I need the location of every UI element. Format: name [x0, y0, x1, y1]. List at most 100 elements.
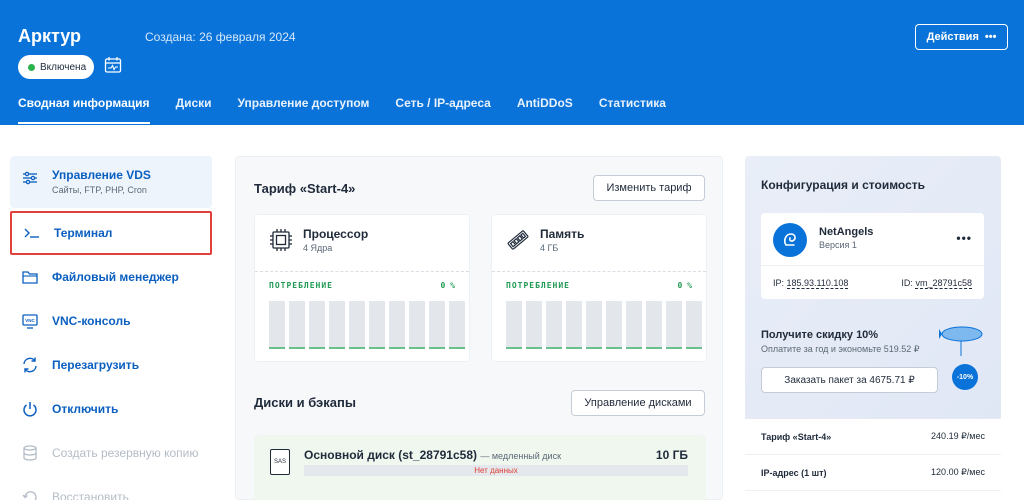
promo-title: Получите скидку 10%	[761, 329, 879, 341]
usage-bar	[349, 301, 365, 349]
order-package-button[interactable]: Заказать пакет за 4675.71 ₽	[761, 367, 938, 393]
blimp-icon	[939, 326, 983, 356]
netangels-logo-icon	[773, 223, 807, 257]
database-icon	[20, 443, 40, 463]
disks-title: Диски и бэкапы	[254, 395, 356, 410]
promo-subtitle: Оплатите за год и экономьте 519.52 ₽	[761, 344, 920, 354]
usage-bar	[566, 301, 582, 349]
usage-bar	[626, 301, 642, 349]
disk-size: 10 ГБ	[655, 448, 688, 462]
sidebar-item-label: VNC-консоль	[52, 314, 131, 328]
usage-bar	[606, 301, 622, 349]
disk-name: Основной диск (st_28791c58) — медленный …	[304, 448, 561, 462]
ip-value[interactable]: 185.93.110.108	[786, 278, 849, 289]
terminal-icon	[22, 223, 42, 243]
sliders-icon	[20, 168, 40, 188]
disk-usage-bar: Нет данных	[304, 465, 688, 476]
tab-summary[interactable]: Сводная информация	[18, 96, 150, 124]
usage-bar	[289, 301, 305, 349]
tariff-panel: Тариф «Start-4» Изменить тариф Процессор…	[235, 156, 723, 500]
sidebar-item-manage-vds[interactable]: Управление VDS Сайты, FTP, PHP, Cron	[10, 156, 212, 208]
sidebar-item-sub: Сайты, FTP, PHP, Cron	[52, 185, 147, 195]
cpu-icon	[270, 229, 292, 251]
tab-network[interactable]: Сеть / IP-адреса	[395, 96, 490, 124]
ram-card: Память 4 ГБ ПОТРЕБЛЕНИЕ 0 %	[491, 214, 707, 362]
usage-bar	[449, 301, 465, 349]
price-value: 120.00 ₽/мес	[931, 467, 985, 477]
manage-disks-button[interactable]: Управление дисками	[571, 390, 705, 416]
ram-usage-bars	[506, 301, 702, 349]
usage-bar	[309, 301, 325, 349]
sidebar-item-shutdown[interactable]: Отключить	[10, 387, 212, 431]
tab-antiddos[interactable]: AntiDDoS	[517, 96, 573, 124]
usage-bar	[409, 301, 425, 349]
sidebar-item-backup: Создать резервную копию	[10, 431, 212, 475]
sidebar-item-file-manager[interactable]: Файловый менеджер	[10, 255, 212, 299]
divider	[761, 265, 984, 266]
usage-bar	[546, 301, 562, 349]
price-label: Тариф «Start-4»	[761, 431, 832, 442]
sidebar-item-vnc[interactable]: VNC VNC-консоль	[10, 299, 212, 343]
price-row: Тариф «Start-4» 240.19 ₽/мес	[745, 419, 1001, 455]
sidebar: Управление VDS Сайты, FTP, PHP, Cron Тер…	[10, 156, 212, 500]
usage-bar	[666, 301, 682, 349]
tab-access[interactable]: Управление доступом	[238, 96, 370, 124]
sidebar-item-terminal[interactable]: Терминал	[10, 211, 212, 255]
tabs-bar: Сводная информация Диски Управление дост…	[18, 96, 666, 124]
sidebar-item-label: Терминал	[54, 226, 113, 240]
brand-name: NetAngels	[819, 226, 874, 238]
ip-address: IP: 185.93.110.108	[773, 278, 849, 289]
price-row: IP-адрес (1 шт) 120.00 ₽/мес	[745, 455, 1001, 491]
more-dots-icon: •••	[984, 31, 997, 43]
usage-bar	[646, 301, 662, 349]
power-icon	[20, 399, 40, 419]
calendar-icon[interactable]	[104, 56, 122, 74]
change-tariff-button[interactable]: Изменить тариф	[593, 175, 705, 201]
id-value[interactable]: vm_28791c58	[915, 278, 972, 289]
disk-title: Основной диск (st_28791c58)	[304, 448, 477, 462]
cpu-usage-bars	[269, 301, 465, 349]
usage-bar	[389, 301, 405, 349]
vm-id: ID: vm_28791c58	[901, 278, 972, 289]
divider	[492, 271, 706, 272]
usage-bar	[269, 301, 285, 349]
cpu-name: Процессор	[303, 227, 369, 241]
usage-bar	[329, 301, 345, 349]
config-panel: Конфигурация и стоимость NetAngels Верси…	[745, 156, 1001, 500]
usage-bar	[526, 301, 542, 349]
tab-statistics[interactable]: Статистика	[599, 96, 666, 124]
ip-label: IP:	[773, 278, 785, 288]
more-menu-icon[interactable]: •••	[956, 231, 972, 245]
status-badge: Включена	[18, 55, 94, 79]
restore-icon	[20, 487, 40, 500]
price-value: 240.19 ₽/мес	[931, 431, 985, 441]
created-date: Создана: 26 февраля 2024	[145, 30, 296, 44]
config-title: Конфигурация и стоимость	[761, 178, 926, 192]
sidebar-item-label: Отключить	[52, 402, 119, 416]
price-label: IP-адрес (1 шт)	[761, 467, 827, 478]
cpu-usage-value: 0 %	[440, 281, 455, 290]
usage-bar	[686, 301, 702, 349]
usage-bar	[506, 301, 522, 349]
sidebar-item-label: Управление VDS	[52, 168, 151, 182]
id-label: ID:	[901, 278, 913, 288]
top-header: Арктур Создана: 26 февраля 2024 Включена…	[0, 0, 1024, 125]
usage-bar	[369, 301, 385, 349]
actions-button[interactable]: Действия •••	[915, 24, 1008, 50]
tariff-title: Тариф «Start-4»	[254, 181, 356, 196]
cpu-cores: 4 Ядра	[303, 243, 333, 253]
cpu-card: Процессор 4 Ядра ПОТРЕБЛЕНИЕ 0 %	[254, 214, 470, 362]
sidebar-item-restart[interactable]: Перезагрузить	[10, 343, 212, 387]
sidebar-item-label: Восстановить	[52, 490, 129, 500]
usage-bar	[429, 301, 445, 349]
folder-icon	[20, 267, 40, 287]
tab-disks[interactable]: Диски	[176, 96, 212, 124]
sidebar-item-label: Создать резервную копию	[52, 446, 199, 460]
divider	[255, 271, 469, 272]
brand-version: Версия 1	[819, 240, 857, 250]
sidebar-item-restore: Восстановить	[10, 475, 212, 500]
disk-icon: SAS	[270, 449, 290, 475]
ram-name: Память	[540, 227, 585, 241]
actions-label: Действия	[926, 31, 979, 43]
status-dot-icon	[28, 63, 35, 71]
